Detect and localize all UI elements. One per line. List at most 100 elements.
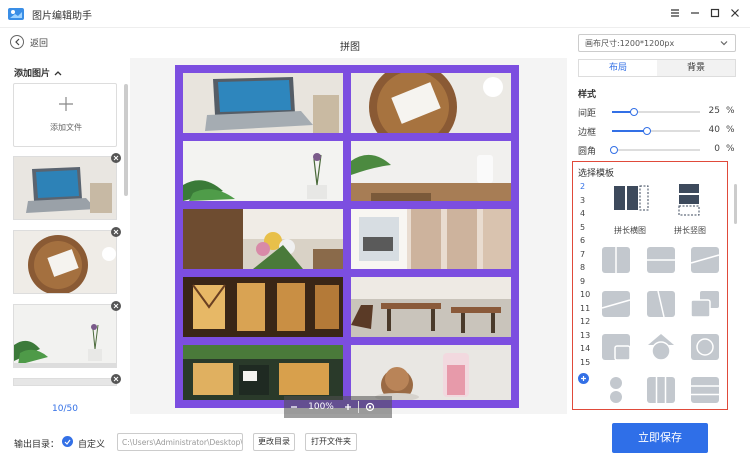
- tab-layout[interactable]: 布局: [579, 60, 657, 76]
- remove-thumbnail-icon[interactable]: [111, 153, 121, 163]
- layout-two-columns-icon[interactable]: [601, 246, 631, 274]
- output-dir-label: 输出目录：: [14, 440, 60, 450]
- maximize-icon[interactable]: [706, 4, 724, 22]
- border-slider[interactable]: [612, 127, 700, 135]
- corner-slider[interactable]: [610, 146, 700, 154]
- count-option[interactable]: 12: [580, 317, 592, 326]
- fit-screen-icon[interactable]: [365, 402, 375, 412]
- collage-cell[interactable]: [183, 73, 343, 133]
- border-slider-handle[interactable]: [643, 127, 651, 135]
- remove-thumbnail-icon[interactable]: [111, 227, 121, 237]
- back-label: 返回: [30, 38, 49, 49]
- collage-cell[interactable]: [351, 277, 511, 337]
- add-count-icon[interactable]: [578, 373, 589, 384]
- layout-slant-split-icon[interactable]: [601, 290, 631, 318]
- horizontal-stitch-icon[interactable]: [612, 184, 650, 212]
- add-file-label: 添加文件: [50, 123, 82, 132]
- template-scrollbar[interactable]: [734, 184, 737, 224]
- zoom-bar: 100%: [284, 396, 392, 418]
- layout-circle-inset-icon[interactable]: [690, 333, 720, 361]
- add-images-toggle[interactable]: 添加图片: [14, 66, 62, 79]
- spacing-slider[interactable]: [612, 108, 700, 116]
- corner-unit: %: [726, 144, 735, 154]
- zoom-in-icon[interactable]: [344, 403, 352, 411]
- menu-icon[interactable]: [666, 4, 684, 22]
- collage-canvas[interactable]: [175, 65, 519, 408]
- thumbnail-scrollbar[interactable]: [124, 84, 128, 196]
- count-option[interactable]: 9: [580, 277, 592, 286]
- chevron-left-icon: [10, 35, 24, 49]
- layout-diagonal-icon[interactable]: [690, 246, 720, 274]
- corner-label: 圆角: [578, 147, 597, 157]
- minimize-icon[interactable]: [686, 4, 704, 22]
- corner-value: 0: [714, 144, 720, 154]
- remove-thumbnail-icon[interactable]: [111, 374, 121, 384]
- custom-dir-label: 自定义: [78, 440, 106, 450]
- layout-corner-inset-icon[interactable]: [601, 333, 631, 361]
- save-button[interactable]: 立即保存: [612, 423, 708, 453]
- layout-two-rows-icon[interactable]: [646, 246, 676, 274]
- canvas-size-select[interactable]: 画布尺寸:1200*1200px: [578, 34, 736, 52]
- count-option[interactable]: 3: [580, 196, 592, 205]
- chevron-up-icon: [54, 70, 62, 75]
- spacing-slider-handle[interactable]: [630, 108, 638, 116]
- close-icon[interactable]: [726, 4, 744, 22]
- layout-circle-square-icon[interactable]: [646, 333, 676, 361]
- custom-dir-radio[interactable]: [62, 436, 73, 447]
- collage-cell[interactable]: [183, 141, 343, 201]
- border-value: 40: [708, 125, 720, 135]
- count-option[interactable]: 10: [580, 290, 592, 299]
- corner-slider-row: 圆角 0 %: [578, 144, 738, 157]
- count-option[interactable]: 7: [580, 250, 592, 259]
- layout-three-columns-icon[interactable]: [646, 376, 676, 404]
- collage-cell[interactable]: [351, 141, 511, 201]
- canvas-size-value: 画布尺寸:1200*1200px: [585, 39, 675, 48]
- count-option[interactable]: 15: [580, 358, 592, 367]
- count-option[interactable]: 6: [580, 236, 592, 245]
- back-button[interactable]: 返回: [10, 34, 48, 50]
- template-panel: [572, 161, 728, 410]
- spacing-label: 间距: [578, 109, 597, 119]
- app-logo-icon: [8, 8, 24, 20]
- collage-cell[interactable]: [351, 73, 511, 133]
- plus-icon: [59, 97, 73, 111]
- spacing-slider-row: 间距 25 %: [578, 106, 738, 119]
- collage-cell[interactable]: [351, 345, 511, 400]
- thumbnail-laptop[interactable]: [13, 156, 117, 220]
- change-dir-button[interactable]: 更改目录: [253, 433, 295, 451]
- thumbnail-table[interactable]: [13, 378, 117, 386]
- corner-slider-handle[interactable]: [610, 146, 618, 154]
- thumbnail-notebook[interactable]: [13, 230, 117, 294]
- spacing-value: 25: [708, 106, 720, 116]
- layout-three-rows-icon[interactable]: [690, 376, 720, 404]
- count-option[interactable]: 5: [580, 223, 592, 232]
- thumbnail-plant[interactable]: [13, 304, 117, 368]
- tab-background[interactable]: 背景: [657, 60, 735, 76]
- app-title: 图片编辑助手: [32, 11, 92, 22]
- add-file-button[interactable]: 添加文件: [13, 83, 117, 147]
- count-option[interactable]: 14: [580, 344, 592, 353]
- collage-cell[interactable]: [183, 277, 343, 337]
- add-images-heading: 添加图片: [14, 69, 51, 79]
- count-option[interactable]: 8: [580, 263, 592, 272]
- count-option[interactable]: 11: [580, 304, 592, 313]
- layout-two-circles-icon[interactable]: [601, 376, 631, 404]
- layout-angled-columns-icon[interactable]: [646, 290, 676, 318]
- template-heading: 选择模板: [578, 169, 615, 179]
- collage-cell[interactable]: [351, 209, 511, 269]
- count-option[interactable]: 2: [580, 182, 592, 191]
- open-folder-button[interactable]: 打开文件夹: [305, 433, 357, 451]
- vertical-stitch-icon[interactable]: [674, 182, 704, 218]
- border-unit: %: [726, 125, 735, 135]
- horizontal-stitch-label: 拼长横图: [614, 226, 646, 235]
- layout-overlap-icon[interactable]: [690, 290, 720, 318]
- count-option[interactable]: 4: [580, 209, 592, 218]
- collage-cell[interactable]: [183, 209, 343, 269]
- zoom-out-icon[interactable]: [290, 403, 298, 411]
- border-label: 边框: [578, 128, 597, 138]
- collage-cell[interactable]: [183, 345, 343, 400]
- remove-thumbnail-icon[interactable]: [111, 301, 121, 311]
- title-bar: 图片编辑助手: [0, 0, 750, 28]
- count-option[interactable]: 13: [580, 331, 592, 340]
- output-path-field[interactable]: C:\Users\Administrator\Desktop\图: [117, 433, 243, 451]
